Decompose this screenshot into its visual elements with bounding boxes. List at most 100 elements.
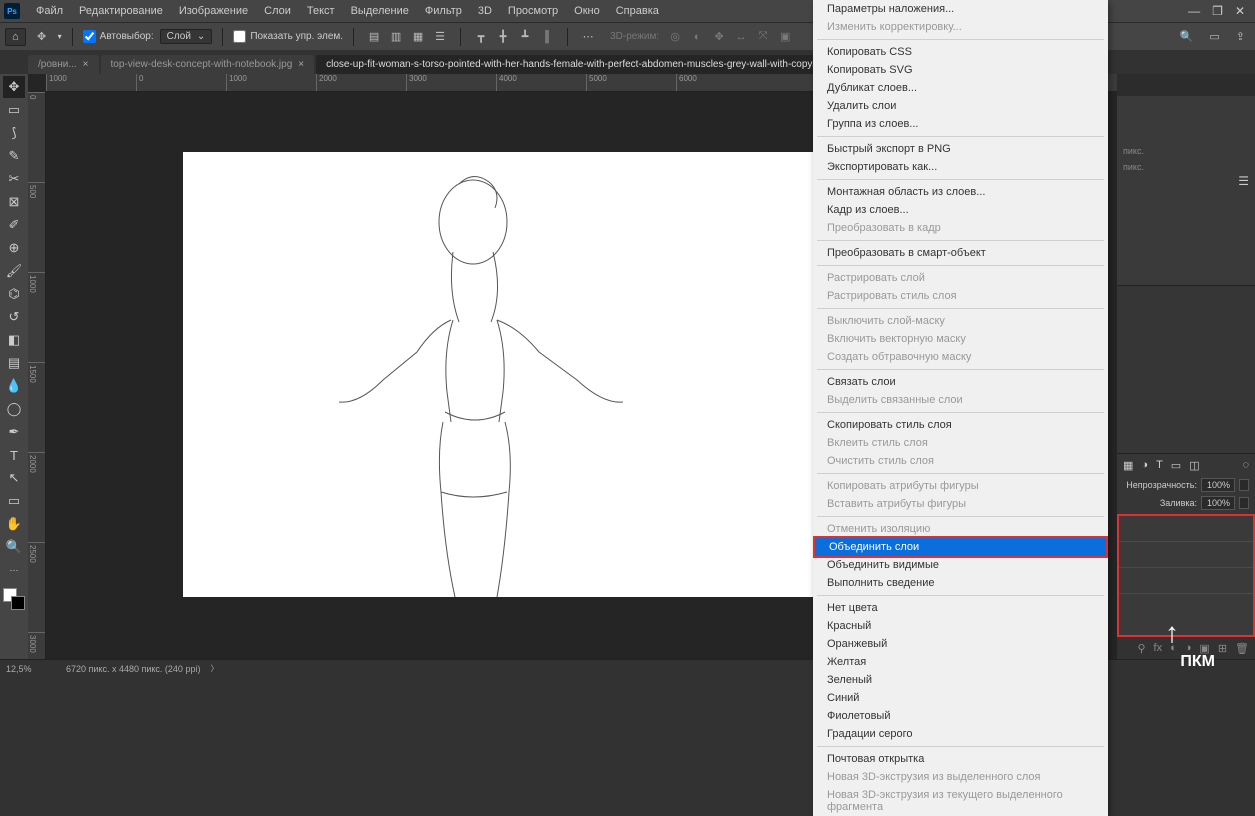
auto-select-target-select[interactable]: Слой [160,29,213,44]
share-icon[interactable]: ⇪ [1231,30,1250,43]
window-restore-icon[interactable]: ❐ [1206,4,1229,18]
menu-текст[interactable]: Текст [299,5,343,17]
filter-adjust-icon[interactable]: ◑ [1141,459,1148,471]
gradient-tool[interactable]: ▤ [3,352,25,374]
window-close-icon[interactable]: ✕ [1229,4,1251,18]
opacity-value[interactable]: 100% [1201,478,1235,492]
brush-tool[interactable]: 🖌 [3,260,25,282]
layer-mask-icon[interactable]: ◐ [1170,642,1177,654]
frame-icon[interactable]: ▭ [1204,30,1224,43]
shape-tool[interactable]: ▭ [3,490,25,512]
group-icon[interactable]: ▣ [1199,642,1209,655]
distribute-v-icon[interactable]: ║ [537,27,557,47]
context-menu-item[interactable]: Преобразовать в смарт-объект [813,244,1108,262]
context-menu-item[interactable]: Копировать CSS [813,43,1108,61]
context-menu-item[interactable]: Дубликат слоев... [813,79,1108,97]
marquee-tool[interactable]: ▭ [3,99,25,121]
context-menu-item[interactable]: Кадр из слоев... [813,201,1108,219]
layer-row[interactable] [1119,516,1253,542]
3d-orbit-icon[interactable]: ◎ [665,27,685,47]
fill-value[interactable]: 100% [1201,496,1235,510]
align-right-icon[interactable]: ▦ [408,27,428,47]
context-menu-item[interactable]: Градации серого [813,725,1108,743]
context-menu-item[interactable]: Красный [813,617,1108,635]
context-menu-item[interactable]: Группа из слоев... [813,115,1108,133]
document-tab[interactable]: /ровни...× [28,55,99,74]
menu-изображение[interactable]: Изображение [171,5,256,17]
show-transform-controls-checkbox[interactable]: Показать упр. элем. [233,30,343,43]
document-tab[interactable]: top-view-desk-concept-with-notebook.jpg× [101,55,315,74]
color-swatch[interactable] [3,588,25,610]
auto-select-input[interactable] [83,30,96,43]
adjustment-layer-icon[interactable]: ◑ [1185,642,1192,654]
eraser-tool[interactable]: ◧ [3,329,25,351]
menu-файл[interactable]: Файл [28,5,71,17]
fill-chevron-icon[interactable] [1239,497,1249,509]
filter-type-icon[interactable]: T [1156,459,1163,471]
3d-zoom-icon[interactable]: ⤧ [753,27,773,47]
context-menu-item[interactable]: Зеленый [813,671,1108,689]
new-layer-icon[interactable]: ⊞ [1218,642,1227,655]
context-menu-item[interactable]: Параметры наложения... [813,0,1108,18]
align-center-h-icon[interactable]: ▥ [386,27,406,47]
layer-row[interactable] [1119,542,1253,568]
move-tool-icon[interactable]: ✥ [32,27,52,47]
search-icon[interactable]: 🔍 [1175,30,1199,43]
heal-tool[interactable]: ⊕ [3,237,25,259]
delete-layer-icon[interactable]: 🗑 [1235,642,1249,655]
layers-list[interactable] [1117,514,1255,637]
context-menu-item[interactable]: Синий [813,689,1108,707]
close-icon[interactable]: × [298,59,304,70]
path-select-tool[interactable]: ↖ [3,467,25,489]
overflow-icon[interactable]: ⋯ [578,27,598,47]
context-menu-item[interactable]: Монтажная область из слоев... [813,183,1108,201]
document-tab[interactable]: close-up-fit-woman-s-torso-pointed-with-… [316,55,836,74]
filter-smart-icon[interactable]: ◫ [1189,459,1199,472]
distribute-bottom-icon[interactable]: ┻ [515,27,535,47]
menu-справка[interactable]: Справка [608,5,667,17]
menu-фильтр[interactable]: Фильтр [417,5,470,17]
menu-просмотр[interactable]: Просмотр [500,5,566,17]
filter-pixel-icon[interactable]: ▦ [1123,459,1133,472]
dodge-tool[interactable]: ◯ [3,398,25,420]
menu-редактирование[interactable]: Редактирование [71,5,171,17]
window-minimize-icon[interactable]: — [1182,4,1206,18]
hand-tool[interactable]: ✋ [3,513,25,535]
distribute-vcenter-icon[interactable]: ╋ [493,27,513,47]
context-menu-item[interactable]: Нет цвета [813,599,1108,617]
layer-row[interactable] [1119,568,1253,594]
context-menu-item[interactable]: Почтовая открытка [813,750,1108,768]
properties-panel-tabs[interactable] [1117,74,1255,96]
tool-chevron-icon[interactable]: ▾ [58,32,62,41]
pen-tool[interactable]: ✒ [3,421,25,443]
filter-shape-icon[interactable]: ▭ [1171,459,1181,472]
zoom-level[interactable]: 12,5% [6,664,56,674]
context-menu-item[interactable]: Связать слои [813,373,1108,391]
zoom-tool[interactable]: 🔍 [3,536,25,558]
context-menu-item[interactable]: Желтая [813,653,1108,671]
history-brush-tool[interactable]: ↺ [3,306,25,328]
3d-pan-icon[interactable]: ✥ [709,27,729,47]
context-menu-item[interactable]: Копировать SVG [813,61,1108,79]
3d-cam-icon[interactable]: ▣ [775,27,795,47]
show-transform-controls-input[interactable] [233,30,246,43]
opacity-chevron-icon[interactable] [1239,479,1249,491]
auto-select-checkbox[interactable]: Автовыбор: [83,30,154,43]
crop-tool[interactable]: ✂ [3,168,25,190]
docinfo-chevron-icon[interactable]: 〉 [210,663,218,674]
context-menu-item[interactable]: Фиолетовый [813,707,1108,725]
close-icon[interactable]: × [83,59,89,70]
stamp-tool[interactable]: ⌬ [3,283,25,305]
quick-select-tool[interactable]: ✎ [3,145,25,167]
context-menu-item[interactable]: Объединить слои [813,536,1108,558]
3d-roll-icon[interactable]: ◐ [687,27,707,47]
background-color[interactable] [11,596,25,610]
context-menu-item[interactable]: Удалить слои [813,97,1108,115]
context-menu-item[interactable]: Скопировать стиль слоя [813,416,1108,434]
context-menu-item[interactable]: Выполнить сведение [813,574,1108,592]
3d-slide-icon[interactable]: ↔ [731,27,751,47]
distribute-top-icon[interactable]: ┳ [471,27,491,47]
filter-toggle-icon[interactable]: ◌ [1242,459,1249,471]
home-icon[interactable]: ⌂ [5,28,26,46]
context-menu-item[interactable]: Экспортировать как... [813,158,1108,176]
